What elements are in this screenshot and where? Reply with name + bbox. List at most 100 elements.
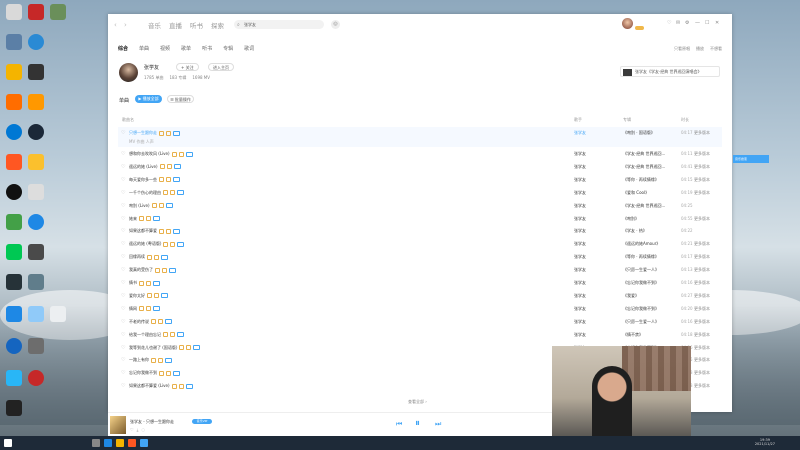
more-versions-link[interactable]: 更多版本: [694, 130, 710, 136]
desktop-app-icon[interactable]: [28, 306, 44, 322]
song-album[interactable]: 《忘记你我做不到》: [623, 306, 659, 312]
song-row[interactable]: ♡ 回缘再续 张学友 《等你 · 再续情缘》 04:17 更多版本: [118, 251, 722, 263]
song-artist[interactable]: 张学友: [574, 228, 586, 234]
mv-badge-icon[interactable]: [173, 228, 180, 234]
more-versions-link[interactable]: 更多版本: [694, 190, 710, 196]
song-artist[interactable]: 张学友: [574, 267, 586, 273]
enter-homepage-button[interactable]: 进入主页: [208, 63, 234, 71]
heart-icon[interactable]: ♡: [121, 151, 125, 157]
song-row[interactable]: ♡ 她来 张学友 《吻别》 04:55 更多版本: [118, 213, 722, 225]
song-artist[interactable]: 张学友: [574, 216, 586, 222]
song-artist[interactable]: 张学友: [574, 130, 586, 136]
desktop-app-icon[interactable]: [50, 306, 66, 322]
taskbar-app-icon[interactable]: [104, 439, 112, 447]
song-album[interactable]: 《吻别》: [623, 216, 639, 222]
song-row[interactable]: ♡ 只想一生跟你走 张学友 《吻别 · 国语版》 04:17 更多版本 MV 作曲 人声: [118, 127, 722, 147]
heart-icon[interactable]: ♡: [121, 306, 125, 312]
song-row[interactable]: ♡ 不老的传说 张学友 《只愿一生爱一人》 04:16 更多版本: [118, 316, 722, 328]
desktop-app-icon[interactable]: [6, 64, 22, 80]
song-title[interactable]: 只想一生跟你走: [129, 130, 180, 136]
desktop-app-icon[interactable]: [6, 338, 22, 354]
song-title[interactable]: 她来: [129, 216, 160, 222]
desktop-app-icon[interactable]: [6, 34, 22, 50]
song-artist[interactable]: 张学友: [574, 319, 586, 325]
more-versions-link[interactable]: 更多版本: [694, 293, 710, 299]
more-versions-link[interactable]: 更多版本: [694, 319, 710, 325]
more-versions-link[interactable]: 更多版本: [694, 332, 710, 338]
nav-tab-live[interactable]: 直播: [169, 20, 182, 30]
more-versions-link[interactable]: 更多版本: [694, 254, 710, 260]
heart-icon[interactable]: ♡: [121, 203, 125, 209]
heart-icon[interactable]: ♡: [121, 345, 125, 351]
desktop-app-icon[interactable]: [6, 94, 22, 110]
mail-icon[interactable]: ✉: [676, 20, 680, 26]
heart-icon[interactable]: ♡: [121, 177, 125, 183]
desktop-app-icon[interactable]: [6, 4, 22, 20]
mv-badge-icon[interactable]: [193, 345, 201, 350]
song-artist[interactable]: 张学友: [574, 306, 586, 312]
artist-avatar[interactable]: [119, 63, 138, 82]
song-artist[interactable]: 张学友: [574, 332, 586, 338]
download-icon[interactable]: ⤓: [137, 427, 139, 432]
song-title[interactable]: 一千个伤心的理由: [129, 190, 184, 196]
desktop-app-icon[interactable]: [28, 94, 44, 110]
desktop-app-icon[interactable]: [6, 154, 22, 170]
stat-songs[interactable]: 1785 单曲: [144, 75, 163, 81]
tab-all[interactable]: 综合: [118, 45, 128, 52]
song-album[interactable]: 《学友·经典 世界巡回...: [623, 164, 665, 170]
heart-icon[interactable]: ♡: [121, 241, 125, 247]
song-album[interactable]: 《爱和 Cool》: [623, 190, 649, 196]
tab-lyrics[interactable]: 歌词: [244, 45, 254, 52]
mv-badge-icon[interactable]: [165, 319, 172, 325]
tab-albums[interactable]: 专辑: [223, 45, 233, 52]
mv-badge-icon[interactable]: [173, 177, 180, 183]
favorite-icon[interactable]: ♡: [667, 20, 671, 26]
heart-icon[interactable]: ♡: [121, 190, 125, 196]
mv-badge-icon[interactable]: [153, 280, 160, 286]
song-album[interactable]: 《只愿一生爱一人》: [623, 319, 659, 325]
desktop-app-icon[interactable]: [28, 34, 44, 50]
mv-badge-icon[interactable]: [161, 254, 168, 260]
song-album[interactable]: 《等你 · 再续情缘》: [623, 177, 659, 183]
heart-icon[interactable]: ♡: [121, 164, 125, 170]
now-playing-cover[interactable]: [110, 416, 126, 434]
desktop-app-icon[interactable]: [28, 4, 44, 20]
song-title[interactable]: 爱你太好: [129, 293, 168, 299]
song-title[interactable]: 想和你去吹吹风 (Live): [129, 151, 193, 157]
heart-icon[interactable]: ♡: [121, 370, 125, 376]
floating-search-badge[interactable]: 音乐搜索: [733, 155, 769, 163]
song-album[interactable]: 《我爱》: [623, 293, 639, 299]
desktop-app-icon[interactable]: [28, 370, 44, 386]
song-title[interactable]: 每天爱你多一些: [129, 177, 180, 183]
play-all-button[interactable]: ▶ 播放全部: [135, 95, 162, 103]
more-versions-link[interactable]: 更多版本: [694, 383, 710, 389]
mv-badge-icon[interactable]: [153, 216, 160, 221]
song-album[interactable]: 《遥远的她Amour》: [623, 241, 660, 247]
taskbar-app-icon[interactable]: [92, 439, 100, 447]
show-more-link[interactable]: 查看全部 ›: [408, 399, 427, 405]
more-versions-link[interactable]: 更多版本: [694, 370, 710, 376]
song-artist[interactable]: 张学友: [574, 177, 586, 183]
song-album[interactable]: 《学友·经典 世界巡回...: [623, 203, 665, 209]
taskbar-app-icon[interactable]: [116, 439, 124, 447]
not-interested-link[interactable]: 不想看: [710, 46, 722, 52]
desktop-app-icon[interactable]: [50, 4, 66, 20]
heart-icon[interactable]: ♡: [121, 293, 125, 299]
user-avatar[interactable]: [622, 18, 633, 29]
nav-tab-audiobook[interactable]: 听书: [190, 20, 203, 30]
tab-playlists[interactable]: 歌单: [181, 45, 191, 52]
heart-icon[interactable]: ♡: [121, 332, 125, 338]
song-artist[interactable]: 张学友: [574, 280, 586, 286]
song-row[interactable]: ♡ 遥远的她 (Live) 张学友 《学友·经典 世界巡回... 04:41 更多版本: [118, 161, 722, 173]
previous-track-icon[interactable]: ⏮: [396, 420, 402, 429]
mv-badge-icon[interactable]: [173, 130, 180, 136]
song-album[interactable]: 《只愿一生爱一人》: [623, 267, 659, 273]
mv-badge-icon[interactable]: [185, 151, 193, 157]
song-row[interactable]: ♡ 吻别 (Live) 张学友 《学友·经典 世界巡回... 04:25: [118, 200, 722, 212]
mv-badge-icon[interactable]: [177, 332, 184, 338]
more-versions-link[interactable]: 更多版本: [694, 280, 710, 286]
more-versions-link[interactable]: 更多版本: [694, 267, 710, 273]
original-only-link[interactable]: 只看原唱: [674, 46, 690, 52]
desktop-app-icon[interactable]: [6, 124, 22, 140]
mv-badge-icon[interactable]: [173, 164, 181, 170]
